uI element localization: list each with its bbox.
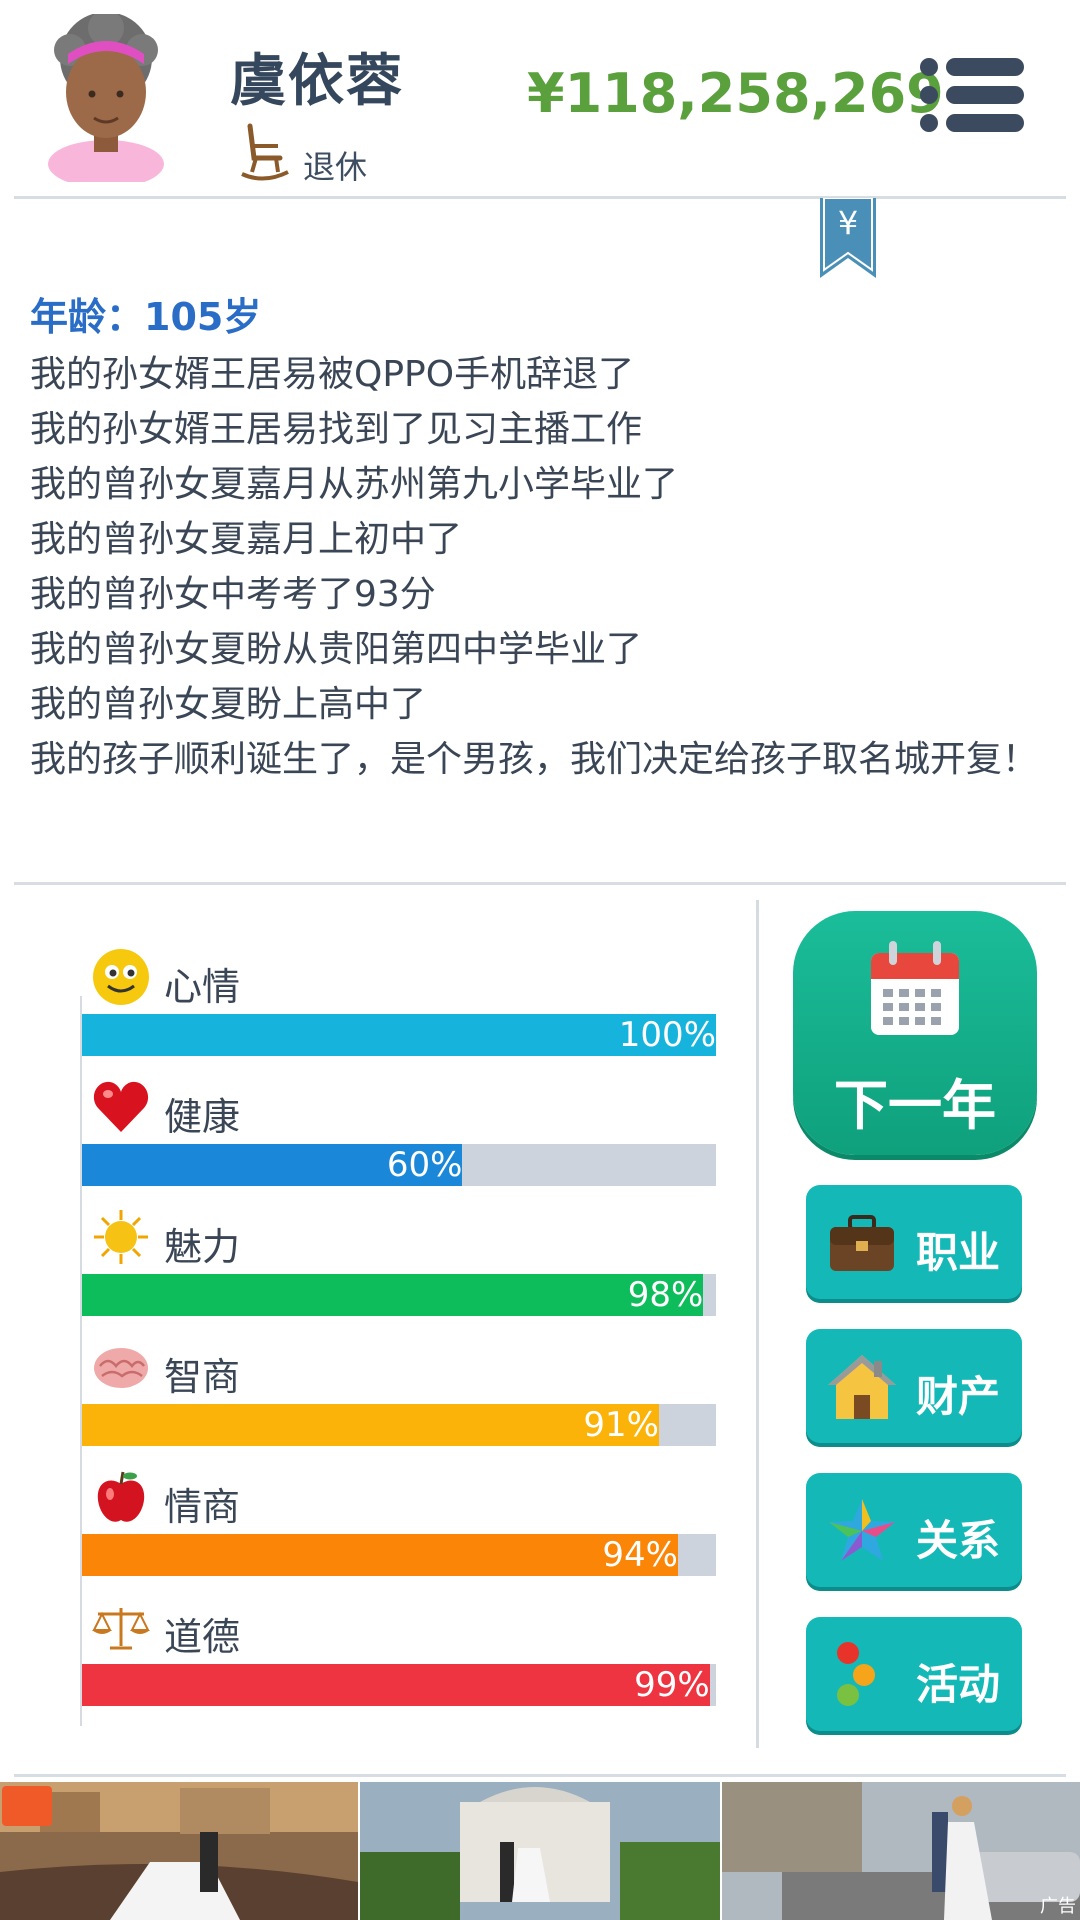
ad-image-2[interactable] bbox=[360, 1782, 720, 1920]
stat-label: 心情 bbox=[164, 965, 241, 1009]
activities-button[interactable]: 活动 bbox=[806, 1617, 1022, 1731]
svg-text:¥: ¥ bbox=[838, 204, 858, 242]
stat-iq: 智商 91% bbox=[82, 1318, 716, 1448]
stat-bar-fill bbox=[82, 1274, 704, 1316]
sun-icon bbox=[94, 1210, 148, 1264]
stat-bar: 91% bbox=[82, 1404, 716, 1446]
stat-bar-fill bbox=[82, 1664, 710, 1706]
stat-bar: 60% bbox=[82, 1144, 716, 1186]
ad-mark: 广告 bbox=[1040, 1896, 1076, 1917]
stat-eq: 情商 94% bbox=[82, 1448, 716, 1578]
log-line: 我的孙女婿王居易找到了见习主播工作 bbox=[30, 409, 643, 450]
assets-button[interactable]: 财产 bbox=[806, 1329, 1022, 1443]
menu-icon[interactable] bbox=[918, 56, 1026, 134]
stat-bar: 98% bbox=[82, 1274, 716, 1316]
log-line: 我的曾孙女夏盼上高中了 bbox=[30, 684, 427, 725]
scales-icon bbox=[92, 1608, 150, 1650]
ad-banner[interactable]: 广告 bbox=[0, 1782, 1080, 1920]
log-line: 我的曾孙女夏盼从贵阳第四中学毕业了 bbox=[30, 629, 643, 670]
stat-label: 智商 bbox=[164, 1355, 241, 1399]
log-line: 我的曾孙女中考考了93分 bbox=[30, 574, 436, 615]
stat-percent: 100% bbox=[618, 1015, 716, 1055]
assets-label: 财产 bbox=[916, 1372, 1001, 1421]
event-log: 年龄：105岁 我的孙女婿王居易被QPPO手机辞退了 我的孙女婿王居易找到了见习… bbox=[30, 286, 1060, 782]
stat-percent: 99% bbox=[634, 1665, 710, 1705]
header: 虞依蓉 退休 ¥118,258,269 bbox=[0, 0, 1080, 196]
divider-top bbox=[14, 196, 1066, 199]
divider-bottom bbox=[14, 1774, 1066, 1777]
stat-mood: 心情 100% bbox=[82, 928, 716, 1058]
career-button[interactable]: 职业 bbox=[806, 1185, 1022, 1299]
ad-badge-icon bbox=[2, 1786, 52, 1826]
stat-label: 情商 bbox=[164, 1485, 241, 1529]
log-line: 我的曾孙女夏嘉月从苏州第九小学毕业了 bbox=[30, 464, 679, 505]
stat-percent: 60% bbox=[386, 1145, 463, 1185]
divider-middle bbox=[14, 882, 1066, 885]
stat-charm: 魅力 98% bbox=[82, 1188, 716, 1318]
rocking-chair-icon bbox=[241, 123, 289, 181]
briefcase-icon bbox=[830, 1215, 894, 1271]
log-line: 我的曾孙女夏嘉月上初中了 bbox=[30, 519, 463, 560]
brain-icon bbox=[94, 1348, 148, 1388]
next-year-button[interactable]: 下一年 bbox=[793, 911, 1037, 1155]
avatar[interactable] bbox=[40, 14, 172, 182]
money-balance: ¥118,258,269 bbox=[527, 62, 944, 125]
relations-button[interactable]: 关系 bbox=[806, 1473, 1022, 1587]
stat-percent: 91% bbox=[583, 1405, 659, 1445]
career-label: 职业 bbox=[916, 1228, 1001, 1277]
ad-image-1[interactable] bbox=[0, 1782, 358, 1920]
stat-label: 道德 bbox=[164, 1615, 241, 1659]
stat-label: 魅力 bbox=[164, 1225, 241, 1269]
activities-label: 活动 bbox=[916, 1660, 1001, 1709]
panel-divider bbox=[756, 900, 759, 1748]
stat-morality: 道德 99% bbox=[82, 1578, 716, 1708]
star-icon bbox=[829, 1499, 895, 1561]
heart-icon bbox=[93, 1081, 149, 1132]
log-line: 我的孩子顺利诞生了，是个男孩，我们决定给孩子取名城开复！ bbox=[30, 739, 1039, 780]
calendar-icon bbox=[871, 941, 959, 1035]
job-status: 退休 bbox=[303, 148, 368, 186]
next-year-label: 下一年 bbox=[834, 1074, 996, 1137]
relations-label: 关系 bbox=[916, 1516, 1001, 1565]
stat-percent: 94% bbox=[602, 1535, 678, 1575]
age-label: 年龄：105岁 bbox=[30, 295, 262, 339]
house-icon bbox=[828, 1355, 896, 1419]
stat-bar: 94% bbox=[82, 1534, 716, 1576]
stat-percent: 98% bbox=[627, 1275, 704, 1315]
stat-bar-fill bbox=[82, 1404, 659, 1446]
log-line: 我的孙女婿王居易被QPPO手机辞退了 bbox=[30, 354, 635, 395]
yuan-bookmark-icon[interactable]: ¥ bbox=[820, 198, 876, 278]
stat-bar: 99% bbox=[82, 1664, 716, 1706]
ad-image-3[interactable]: 广告 bbox=[722, 1782, 1080, 1920]
stat-health: 健康 60% bbox=[82, 1058, 716, 1188]
stat-bar-fill bbox=[82, 1534, 678, 1576]
activity-dots-icon bbox=[837, 1642, 875, 1706]
smiley-icon bbox=[93, 949, 149, 1005]
player-name: 虞依蓉 bbox=[230, 49, 404, 114]
apple-icon bbox=[97, 1471, 145, 1522]
stat-label: 健康 bbox=[164, 1095, 241, 1139]
stat-bar: 100% bbox=[82, 1014, 716, 1056]
